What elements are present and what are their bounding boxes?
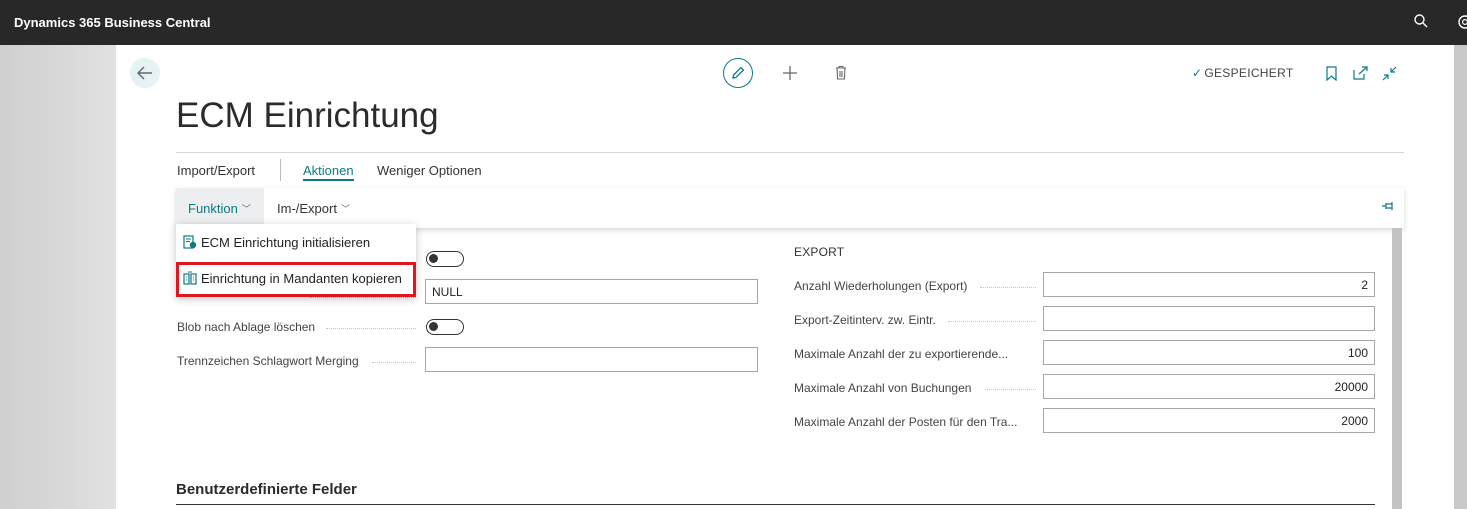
label-leader	[372, 362, 416, 363]
trash-icon	[836, 65, 846, 80]
label-leader	[948, 321, 1036, 322]
scrollbar[interactable]	[1392, 228, 1402, 509]
label-leader	[985, 389, 1036, 390]
collapse-button[interactable]	[1382, 66, 1397, 84]
bookmark-button[interactable]	[1326, 66, 1337, 84]
blob-delete-label: Blob nach Ablage löschen	[177, 320, 316, 334]
plus-icon	[783, 66, 797, 80]
menu-item-initialize-label: ECM Einrichtung initialisieren	[201, 234, 371, 250]
background-right	[1454, 45, 1467, 509]
label-leader	[326, 328, 416, 329]
new-button[interactable]	[782, 65, 798, 84]
max-bookings-label: Maximale Anzahl von Buchungen	[794, 381, 972, 395]
collapse-icon	[1382, 66, 1397, 81]
action-ribbon: Funktion ﹀ Im-/Export ﹀	[176, 188, 1404, 228]
tab-import-export[interactable]: Import/Export	[177, 163, 255, 178]
export-interval-label: Export-Zeitinterv. zw. Eintr.	[794, 313, 936, 327]
search-icon[interactable]	[1413, 13, 1431, 31]
highlight-box	[176, 262, 416, 297]
custom-fields-divider	[176, 504, 1375, 505]
initialize-icon	[183, 235, 197, 249]
field-null-input[interactable]	[425, 279, 758, 304]
export-retries-input[interactable]	[1043, 272, 1375, 297]
tab-weniger-optionen[interactable]: Weniger Optionen	[377, 163, 482, 178]
label-leader	[980, 287, 1036, 288]
toggle-knob	[429, 254, 438, 263]
blob-delete-toggle[interactable]	[426, 319, 464, 335]
toggle-switch-1[interactable]	[426, 251, 464, 267]
funktion-menu-button[interactable]: Funktion ﹀	[176, 188, 264, 228]
im-export-label: Im-/Export	[277, 200, 337, 216]
background-left	[0, 45, 116, 509]
check-icon: ✓	[1192, 66, 1203, 80]
max-export-count-input[interactable]	[1043, 340, 1375, 365]
back-arrow-icon	[137, 66, 152, 80]
toggle-knob	[429, 322, 438, 331]
saved-status: ✓ GESPEICHERT	[1192, 66, 1294, 80]
pin-action-bar-button[interactable]	[1381, 200, 1395, 215]
chevron-down-icon: ﹀	[340, 203, 350, 214]
settings-icon[interactable]	[1456, 13, 1467, 31]
max-export-count-label: Maximale Anzahl der zu exportierende...	[794, 347, 1009, 361]
back-button[interactable]	[130, 58, 160, 88]
funktion-label: Funktion	[188, 200, 238, 216]
page-title: ECM Einrichtung	[176, 96, 439, 135]
bookmark-icon	[1326, 66, 1337, 82]
open-in-new-window-icon	[1353, 66, 1368, 80]
max-entries-input[interactable]	[1043, 408, 1375, 433]
separator-label: Trennzeichen Schlagwort Merging	[177, 354, 359, 368]
tab-separator	[280, 159, 281, 181]
custom-fields-heading[interactable]: Benutzerdefinierte Felder	[176, 481, 357, 498]
export-interval-input[interactable]	[1043, 306, 1375, 331]
top-bar: Dynamics 365 Business Central	[0, 0, 1467, 45]
open-new-window-button[interactable]	[1353, 66, 1368, 83]
title-divider	[176, 152, 1404, 153]
export-retries-label: Anzahl Wiederholungen (Export)	[794, 279, 968, 293]
chevron-down-icon: ﹀	[241, 203, 251, 214]
edit-pencil-icon	[732, 66, 745, 79]
pin-icon	[1382, 202, 1393, 210]
export-heading: EXPORT	[794, 245, 845, 259]
edit-button[interactable]	[723, 58, 753, 88]
label-leader	[310, 297, 416, 298]
im-export-menu-button[interactable]: Im-/Export ﹀	[265, 188, 362, 228]
max-entries-label: Maximale Anzahl der Posten für den Tra..…	[794, 415, 1018, 429]
tab-aktionen[interactable]: Aktionen	[303, 163, 354, 181]
delete-button[interactable]	[835, 65, 847, 83]
menu-item-initialize[interactable]: ECM Einrichtung initialisieren	[176, 225, 416, 259]
max-bookings-input[interactable]	[1043, 374, 1375, 399]
app-title[interactable]: Dynamics 365 Business Central	[14, 15, 211, 30]
separator-input[interactable]	[425, 347, 758, 372]
